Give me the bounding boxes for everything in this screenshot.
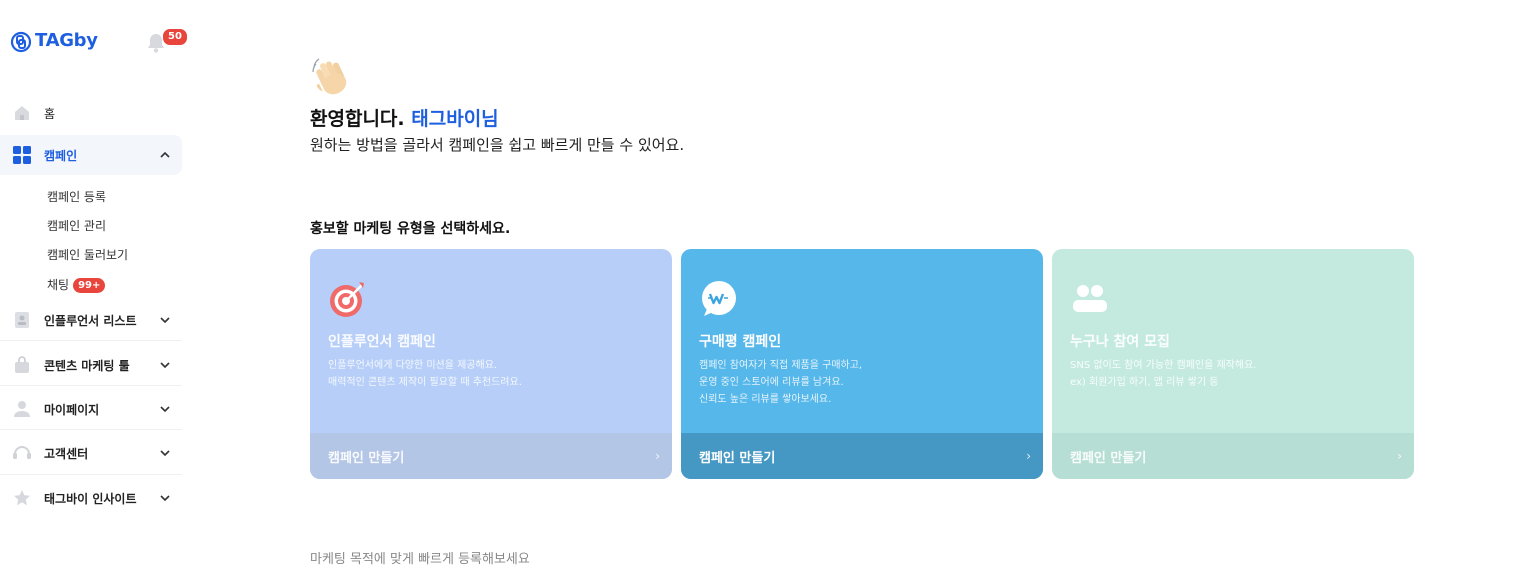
chevron-right-icon: › xyxy=(1397,449,1402,463)
card-title: 인플루언서 캠페인 xyxy=(328,334,436,350)
create-campaign-button[interactable]: 캠페인 만들기 › xyxy=(681,433,1043,479)
create-campaign-button[interactable]: 캠페인 만들기 › xyxy=(1052,433,1414,479)
chat-label: 채팅 xyxy=(47,278,70,292)
welcome-heading: 환영합니다. 태그바이님 xyxy=(310,104,499,131)
card-desc-line: 운영 중인 스토어에 리뷰를 남겨요. xyxy=(699,377,844,388)
card-open-recruit[interactable]: 누구나 참여 모집 SNS 없이도 참여 가능한 캠페인을 제작해요. ex) … xyxy=(1052,249,1414,479)
chevron-up-icon[interactable] xyxy=(158,148,172,162)
card-desc-line: 캠페인 참여자가 직접 제품을 구매하고, xyxy=(699,360,863,371)
create-campaign-label: 캠페인 만들기 xyxy=(699,450,776,466)
section-title: 홍보할 마케팅 유형을 선택하세요. xyxy=(310,221,511,237)
page-subtitle: 원하는 방법을 골라서 캠페인을 쉽고 빠르게 만들 수 있어요. xyxy=(310,136,685,154)
logo-text[interactable]: TAGby xyxy=(35,30,98,51)
sidebar-item-label: 고객센터 xyxy=(44,446,89,461)
sidebar-item-tagby-insight[interactable]: 태그바이 인사이트 xyxy=(0,478,182,518)
sidebar-item-label: 마이페이지 xyxy=(44,402,100,417)
grid-icon xyxy=(12,145,32,165)
chevron-down-icon[interactable] xyxy=(158,313,172,327)
sidebar-item-customer-center[interactable]: 고객센터 xyxy=(0,433,182,473)
divider xyxy=(0,340,182,341)
sidebar-item-content-marketing-tool[interactable]: 콘텐츠 마케팅 툴 xyxy=(0,345,182,385)
sidebar-item-label: 태그바이 인사이트 xyxy=(44,491,137,506)
chevron-down-icon[interactable] xyxy=(158,402,172,416)
star-icon xyxy=(12,488,32,508)
home-icon xyxy=(12,103,32,123)
person-list-icon xyxy=(12,310,32,330)
sidebar-item-label: 인플루언서 리스트 xyxy=(44,313,137,328)
tagby-logo-icon[interactable] xyxy=(10,31,32,53)
main-content: 환영합니다. 태그바이님 원하는 방법을 골라서 캠페인을 쉽고 빠르게 만들 … xyxy=(310,0,1420,567)
sidebar-item-mypage[interactable]: 마이페이지 xyxy=(0,389,182,429)
card-description: SNS 없이도 참여 가능한 캠페인을 제작해요. ex) 회원가입 하기, 앱… xyxy=(1070,357,1256,391)
card-title: 누구나 참여 모집 xyxy=(1070,334,1170,350)
create-campaign-label: 캠페인 만들기 xyxy=(1070,450,1147,466)
sidebar-item-label: 캠페인 xyxy=(44,148,78,163)
card-review-campaign[interactable]: 구매평 캠페인 캠페인 참여자가 직접 제품을 구매하고, 운영 중인 스토어에… xyxy=(681,249,1043,479)
card-desc-line: SNS 없이도 참여 가능한 캠페인을 제작해요. xyxy=(1070,360,1257,371)
card-description: 캠페인 참여자가 직접 제품을 구매하고, 운영 중인 스토어에 리뷰를 남겨요… xyxy=(699,357,862,408)
create-campaign-label: 캠페인 만들기 xyxy=(328,450,405,466)
sidebar-item-home[interactable]: 홈 xyxy=(0,93,182,133)
card-description: 인플루언서에게 다양한 미션을 제공해요. 매력적인 콘텐츠 제작이 필요할 때… xyxy=(328,357,522,391)
chat-badge: 99+ xyxy=(73,278,106,293)
people-icon xyxy=(1073,285,1107,312)
waving-hand-icon xyxy=(312,58,347,95)
logo-row: TAGby 50 xyxy=(10,28,188,56)
sidebar-item-label: 콘텐츠 마케팅 툴 xyxy=(44,358,130,373)
chevron-down-icon[interactable] xyxy=(158,491,172,505)
sidebar-subitem-campaign-manage[interactable]: 캠페인 관리 xyxy=(47,217,106,234)
divider xyxy=(0,429,182,430)
card-desc-line: 매력적인 콘텐츠 제작이 필요할 때 추천드려요. xyxy=(328,377,522,388)
chevron-right-icon: › xyxy=(655,449,660,463)
sidebar-item-influencer-list[interactable]: 인플루언서 리스트 xyxy=(0,300,182,340)
chevron-down-icon[interactable] xyxy=(158,358,172,372)
sidebar-subitem-campaign-register[interactable]: 캠페인 등록 xyxy=(47,188,106,205)
divider xyxy=(0,385,182,386)
sidebar-item-campaign[interactable]: 캠페인 xyxy=(0,135,182,175)
bottom-section-title: 마케팅 목적에 맞게 빠르게 등록해보세요 xyxy=(310,552,530,567)
welcome-prefix: 환영합니다. xyxy=(310,108,405,130)
sidebar-subitem-chat[interactable]: 채팅 99+ xyxy=(47,276,106,293)
divider xyxy=(0,474,182,475)
headset-icon xyxy=(12,443,32,463)
sidebar: TAGby 50 홈 캠페인 캠페인 등록 캠페인 관리 캠페인 둘러보기 채팅… xyxy=(0,0,188,557)
notification-badge: 50 xyxy=(162,28,188,46)
user-icon xyxy=(12,399,32,419)
sidebar-subitem-campaign-browse[interactable]: 캠페인 둘러보기 xyxy=(47,246,128,263)
chevron-down-icon[interactable] xyxy=(158,446,172,460)
sidebar-item-label: 홈 xyxy=(44,106,56,121)
bag-icon xyxy=(12,355,32,375)
chat-w-icon xyxy=(702,281,736,316)
card-desc-line: ex) 회원가입 하기, 앱 리뷰 쌓기 등 xyxy=(1070,377,1219,388)
card-title: 구매평 캠페인 xyxy=(699,334,782,350)
create-campaign-button[interactable]: 캠페인 만들기 › xyxy=(310,433,672,479)
card-influencer-campaign[interactable]: 인플루언서 캠페인 인플루언서에게 다양한 미션을 제공해요. 매력적인 콘텐츠… xyxy=(310,249,672,479)
card-desc-line: 인플루언서에게 다양한 미션을 제공해요. xyxy=(328,360,498,371)
chevron-right-icon: › xyxy=(1026,449,1031,463)
welcome-user-name: 태그바이님 xyxy=(411,108,499,130)
card-desc-line: 신뢰도 높은 리뷰를 쌓아보세요. xyxy=(699,394,832,405)
target-icon xyxy=(330,282,364,317)
